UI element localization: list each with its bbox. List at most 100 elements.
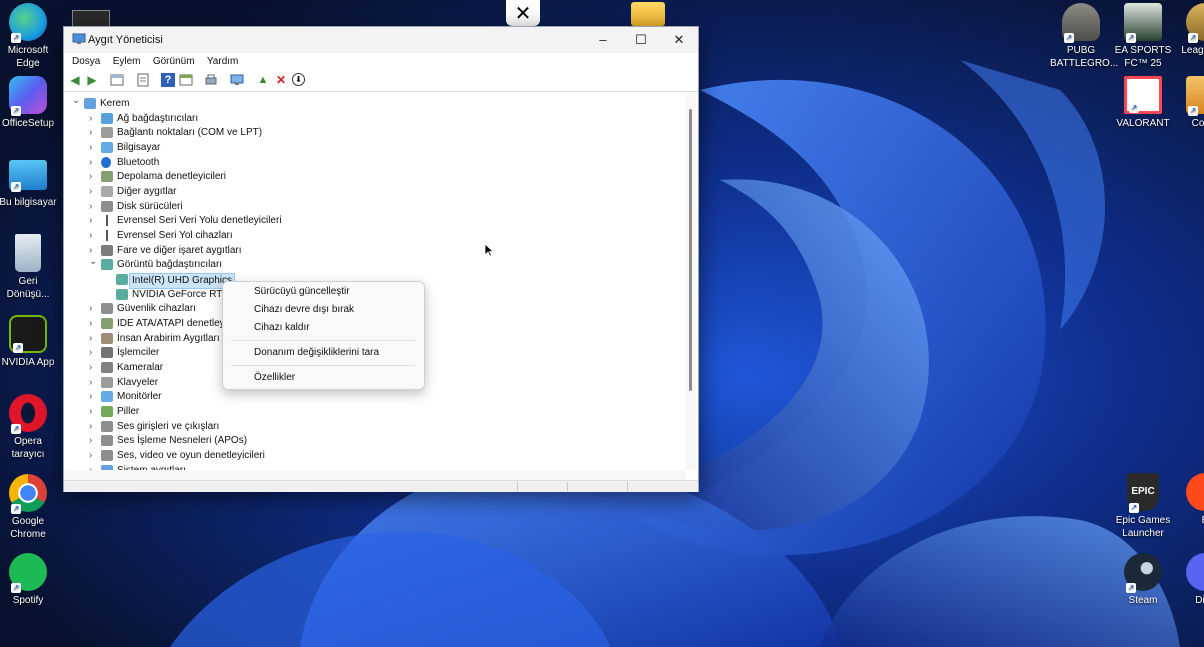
desktop-icon-steam[interactable]: ↗ Steam [1112,553,1174,607]
desktop-icon-label: VALORANT [1116,118,1170,129]
show-hide-console-tree-icon[interactable] [110,73,124,87]
display-adapter-icon [101,259,113,271]
tree-item-label: Bluetooth [117,156,160,168]
expand-chevron-right-icon[interactable]: › [89,229,99,243]
desktop-icon-ea[interactable]: E [1174,473,1204,527]
desktop-icon-geri-donusum[interactable]: Geri Dönüşü... [0,234,59,301]
disable-device-icon[interactable]: ⬇ [292,73,305,86]
update-driver-icon[interactable]: ▲ [256,73,270,87]
tree-item-label: Güvenlik cihazları [117,303,196,315]
folder-icon[interactable] [631,2,665,26]
expand-chevron-right-icon[interactable]: › [89,112,99,126]
desktop-icon-epic[interactable]: EPIC ↗ Epic Games Launcher [1112,473,1174,540]
tree-item-label: Monitörler [117,391,162,403]
speaker-icon [101,450,113,462]
expand-chevron-right-icon[interactable]: › [89,332,99,346]
steam-icon: ↗ [1124,553,1162,593]
print-icon[interactable] [204,73,218,87]
menu-item-disable-device[interactable]: Cihazı devre dışı bırak [254,304,354,315]
desktop-icon-chrome[interactable]: ↗ Google Chrome [0,474,59,541]
title-bar[interactable]: Aygıt Yöneticisi – ☐ ✕ [64,27,698,53]
desktop-icon-counter[interactable]: ↗ Count [1174,76,1204,130]
desktop-icon-valorant[interactable]: ↗ VALORANT [1112,76,1174,130]
desktop-icon-edge[interactable]: ↗ Microsoft Edge [0,3,59,70]
remove-device-icon[interactable]: ✕ [274,73,288,87]
window-title: Aygıt Yöneticisi [88,34,163,46]
expand-chevron-right-icon[interactable]: › [89,434,99,448]
expand-chevron-down-icon[interactable]: ⌄ [72,94,82,108]
tree-item-label: Evrensel Seri Yol cihazları [117,230,233,242]
device-manager-window[interactable]: Aygıt Yöneticisi – ☐ ✕ Dosya Eylem Görün… [63,26,699,492]
desktop-icon-label: Leag Lege [1181,45,1204,56]
monitor-icon [101,142,113,153]
expand-chevron-right-icon[interactable]: › [89,405,99,419]
expand-chevron-down-icon[interactable]: ⌄ [89,255,99,269]
expand-chevron-right-icon[interactable]: › [89,317,99,331]
desktop-icon-bu-bilgisayar[interactable]: ↗ Bu bilgisayar [0,156,59,209]
expand-chevron-right-icon[interactable]: › [89,420,99,434]
desktop-icon-league[interactable]: ↗ Leag Lege [1174,3,1204,57]
status-bar [64,480,698,492]
computer-icon: ↗ [9,160,47,192]
close-button[interactable]: ✕ [660,27,698,53]
expand-chevron-right-icon[interactable]: › [89,346,99,360]
scrollbar-thumb[interactable] [689,109,692,391]
expand-chevron-right-icon[interactable]: › [89,214,99,228]
horizontal-scrollbar[interactable] [64,470,686,480]
tree-item-label: Ağ bağdaştırıcıları [117,112,199,124]
expand-chevron-right-icon[interactable]: › [89,156,99,170]
desktop-icon-nvidia-app[interactable]: ↗ NVIDIA App [0,315,59,369]
vertical-scrollbar[interactable] [686,94,696,470]
desktop-icon-eafc[interactable]: ↗ EA SPORTS FC™ 25 [1112,3,1174,70]
expand-chevron-right-icon[interactable]: › [89,200,99,214]
back-arrow-icon[interactable]: ◀ [68,73,82,87]
expand-chevron-right-icon[interactable]: › [89,185,99,199]
context-menu: Sürücüyü güncelleştir Cihazı devre dışı … [222,281,425,390]
desktop-icon-spotify[interactable]: ↗ Spotify [0,553,59,607]
menu-item-update-driver[interactable]: Sürücüyü güncelleştir [254,286,350,297]
disk-drive-icon [101,200,113,212]
capcut-icon[interactable]: ✕ [506,0,540,26]
tree-item-label: Klavyeler [117,376,159,388]
menu-item-scan-hardware[interactable]: Donanım değişikliklerini tara [254,347,379,358]
desktop-icon-label: Disc [1195,595,1204,606]
menu-item-properties[interactable]: Özellikler [254,372,295,383]
expand-chevron-right-icon[interactable]: › [89,141,99,155]
menu-separator [231,340,415,341]
forward-arrow-icon[interactable]: ▶ [85,73,99,87]
menu-dosya[interactable]: Dosya [68,55,105,67]
desktop-icon-label: Bu bilgisayar [0,197,57,208]
minimize-button[interactable]: – [584,27,622,53]
chrome-icon: ↗ [9,474,47,514]
desktop-icon-opera[interactable]: ↗ Opera tarayıcı [0,394,59,461]
opera-icon: ↗ [9,394,47,434]
desktop-icon-label: Steam [1128,595,1158,606]
properties-icon[interactable] [136,73,150,87]
maximize-button[interactable]: ☐ [622,27,660,53]
menu-separator [231,365,415,366]
storage-controller-icon [101,171,113,183]
tree-item-label: Diğer aygıtlar [117,186,177,198]
desktop-icon-discord[interactable]: Disc [1174,553,1204,607]
menu-yardim[interactable]: Yardım [203,55,244,67]
bluetooth-icon [101,156,111,168]
expand-chevron-right-icon[interactable]: › [89,376,99,390]
status-divider [567,482,568,491]
desktop-icon-pubg[interactable]: ↗ PUBG BATTLEGRO... [1050,3,1118,70]
expand-chevron-right-icon[interactable]: › [89,449,99,463]
expand-chevron-right-icon[interactable]: › [89,126,99,140]
status-divider [517,482,518,491]
expand-chevron-right-icon[interactable]: › [89,390,99,404]
view-icon[interactable] [179,73,193,87]
scan-hardware-icon[interactable] [230,73,244,87]
help-icon[interactable]: ? [161,73,175,87]
expand-chevron-right-icon[interactable]: › [89,361,99,375]
expand-chevron-right-icon[interactable]: › [89,170,99,184]
menu-item-uninstall-device[interactable]: Cihazı kaldır [254,322,310,333]
menu-bar: Dosya Eylem Görünüm Yardım [64,53,698,69]
menu-eylem[interactable]: Eylem [109,55,146,67]
desktop-icon-officesetup[interactable]: ↗ OfficeSetup [0,76,59,130]
expand-chevron-right-icon[interactable]: › [89,302,99,316]
menu-gorunum[interactable]: Görünüm [149,55,200,67]
tree-item-label: Disk sürücüleri [117,200,183,212]
